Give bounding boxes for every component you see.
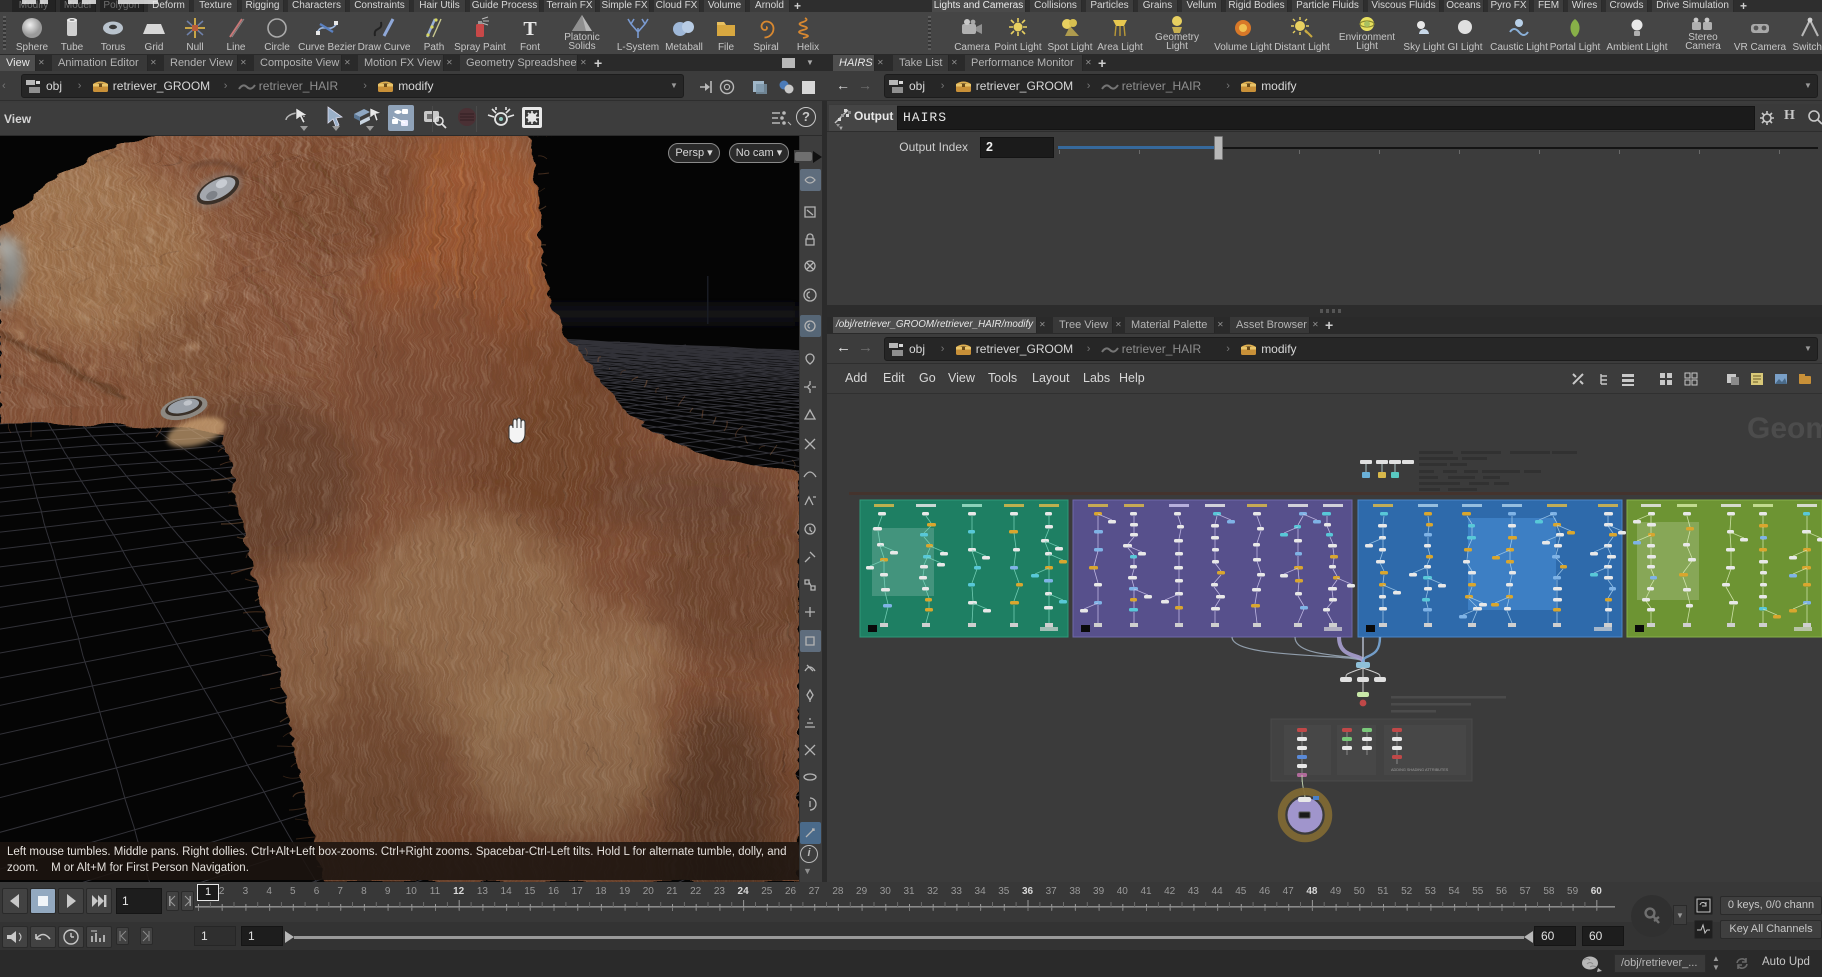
svg-text:15: 15	[524, 886, 536, 897]
svg-text:5: 5	[290, 886, 296, 897]
svg-text:44: 44	[1212, 886, 1224, 897]
svg-text:18: 18	[595, 886, 607, 897]
svg-text:6: 6	[314, 886, 320, 897]
svg-text:55: 55	[1472, 886, 1484, 897]
svg-text:11: 11	[430, 886, 441, 897]
svg-text:7: 7	[337, 886, 343, 897]
svg-text:9: 9	[385, 886, 391, 897]
svg-text:49: 49	[1330, 886, 1342, 897]
svg-text:10: 10	[406, 886, 418, 897]
svg-text:21: 21	[666, 886, 678, 897]
svg-text:Geom: Geom	[1747, 412, 1822, 445]
svg-text:24: 24	[738, 886, 750, 897]
svg-text:20: 20	[643, 886, 655, 897]
svg-text:13: 13	[477, 886, 489, 897]
svg-text:22: 22	[690, 886, 702, 897]
svg-text:35: 35	[998, 886, 1010, 897]
svg-text:30: 30	[880, 886, 892, 897]
svg-text:29: 29	[856, 886, 868, 897]
svg-text:32: 32	[927, 886, 939, 897]
svg-text:T: T	[523, 18, 537, 40]
svg-text:34: 34	[975, 886, 987, 897]
svg-text:16: 16	[548, 886, 560, 897]
svg-text:4: 4	[266, 886, 272, 897]
svg-text:57: 57	[1520, 886, 1532, 897]
svg-text:48: 48	[1306, 886, 1318, 897]
svg-text:50: 50	[1354, 886, 1366, 897]
svg-text:41: 41	[1140, 886, 1152, 897]
svg-text:8: 8	[361, 886, 367, 897]
svg-text:39: 39	[1093, 886, 1105, 897]
svg-text:43: 43	[1188, 886, 1200, 897]
svg-text:54: 54	[1449, 886, 1461, 897]
svg-text:26: 26	[785, 886, 797, 897]
svg-text:33: 33	[951, 886, 963, 897]
svg-text:38: 38	[1069, 886, 1081, 897]
svg-text:46: 46	[1259, 886, 1271, 897]
svg-text:ADDING SHADING ATTRIBUTES: ADDING SHADING ATTRIBUTES	[1391, 768, 1449, 772]
svg-text:14: 14	[501, 886, 513, 897]
svg-text:31: 31	[903, 886, 915, 897]
svg-text:42: 42	[1164, 886, 1176, 897]
svg-text:51: 51	[1377, 886, 1389, 897]
svg-text:45: 45	[1235, 886, 1247, 897]
svg-text:47: 47	[1283, 886, 1295, 897]
svg-text:60: 60	[1591, 886, 1603, 897]
svg-text:56: 56	[1496, 886, 1508, 897]
svg-text:2: 2	[219, 886, 225, 897]
svg-text:3: 3	[243, 886, 249, 897]
svg-text:40: 40	[1117, 886, 1129, 897]
svg-text:25: 25	[761, 886, 773, 897]
svg-text:59: 59	[1567, 886, 1579, 897]
svg-text:27: 27	[809, 886, 821, 897]
svg-text:28: 28	[832, 886, 844, 897]
svg-text:53: 53	[1425, 886, 1437, 897]
svg-text:23: 23	[714, 886, 726, 897]
svg-text:52: 52	[1401, 886, 1413, 897]
svg-text:12: 12	[453, 886, 465, 897]
svg-text:19: 19	[619, 886, 631, 897]
svg-text:17: 17	[572, 886, 584, 897]
svg-text:58: 58	[1543, 886, 1555, 897]
svg-text:36: 36	[1022, 886, 1034, 897]
svg-text:37: 37	[1046, 886, 1058, 897]
